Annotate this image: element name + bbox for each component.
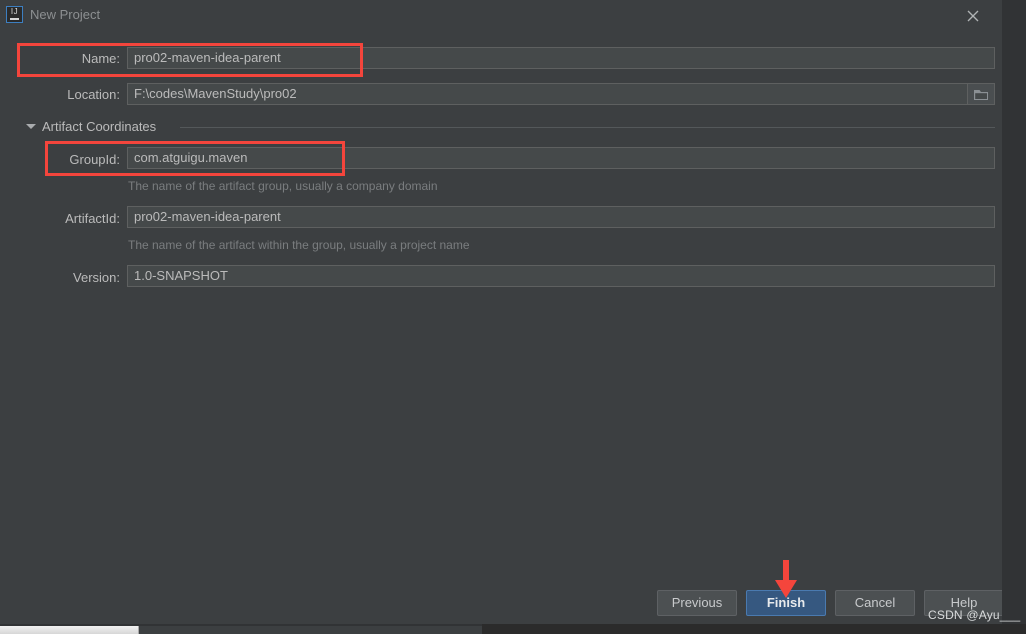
finish-button[interactable]: Finish: [746, 590, 826, 616]
location-input[interactable]: F:\codes\MavenStudy\pro02: [127, 83, 995, 105]
background-window-strip: [482, 624, 1026, 634]
groupid-hint: The name of the artifact group, usually …: [128, 179, 438, 193]
groupid-label: GroupId:: [69, 152, 120, 167]
intellij-idea-icon-bar: [10, 18, 19, 20]
window-right-edge: [1002, 0, 1026, 624]
version-label: Version:: [73, 270, 120, 285]
dialog-title-bar: IJ New Project: [0, 0, 1002, 30]
artifact-coordinates-label: Artifact Coordinates: [42, 119, 157, 134]
name-input[interactable]: pro02-maven-idea-parent: [127, 47, 995, 69]
section-divider: [180, 127, 995, 128]
artifactid-label: ArtifactId:: [65, 211, 120, 226]
previous-button[interactable]: Previous: [657, 590, 737, 616]
intellij-idea-icon-text: IJ: [10, 7, 19, 16]
csdn-watermark: CSDN @Ayu___: [928, 608, 1021, 622]
version-input[interactable]: 1.0-SNAPSHOT: [127, 265, 995, 287]
groupid-input[interactable]: com.atguigu.maven: [127, 147, 995, 169]
location-label: Location:: [67, 87, 120, 102]
close-icon: [967, 10, 979, 22]
new-project-dialog: IJ New Project Name: pro02-maven-idea-pa…: [0, 0, 1002, 624]
folder-icon: [974, 90, 988, 100]
artifactid-hint: The name of the artifact within the grou…: [128, 238, 470, 252]
name-label: Name:: [81, 51, 120, 66]
artifactid-input[interactable]: pro02-maven-idea-parent: [127, 206, 995, 228]
close-button[interactable]: [956, 0, 990, 30]
horizontal-scrollbar-thumb[interactable]: [0, 626, 139, 634]
browse-location-button[interactable]: [967, 83, 995, 105]
chevron-down-icon: [26, 124, 36, 129]
intellij-idea-icon: IJ: [6, 6, 23, 23]
cancel-button[interactable]: Cancel: [835, 590, 915, 616]
dialog-title: New Project: [30, 7, 101, 22]
